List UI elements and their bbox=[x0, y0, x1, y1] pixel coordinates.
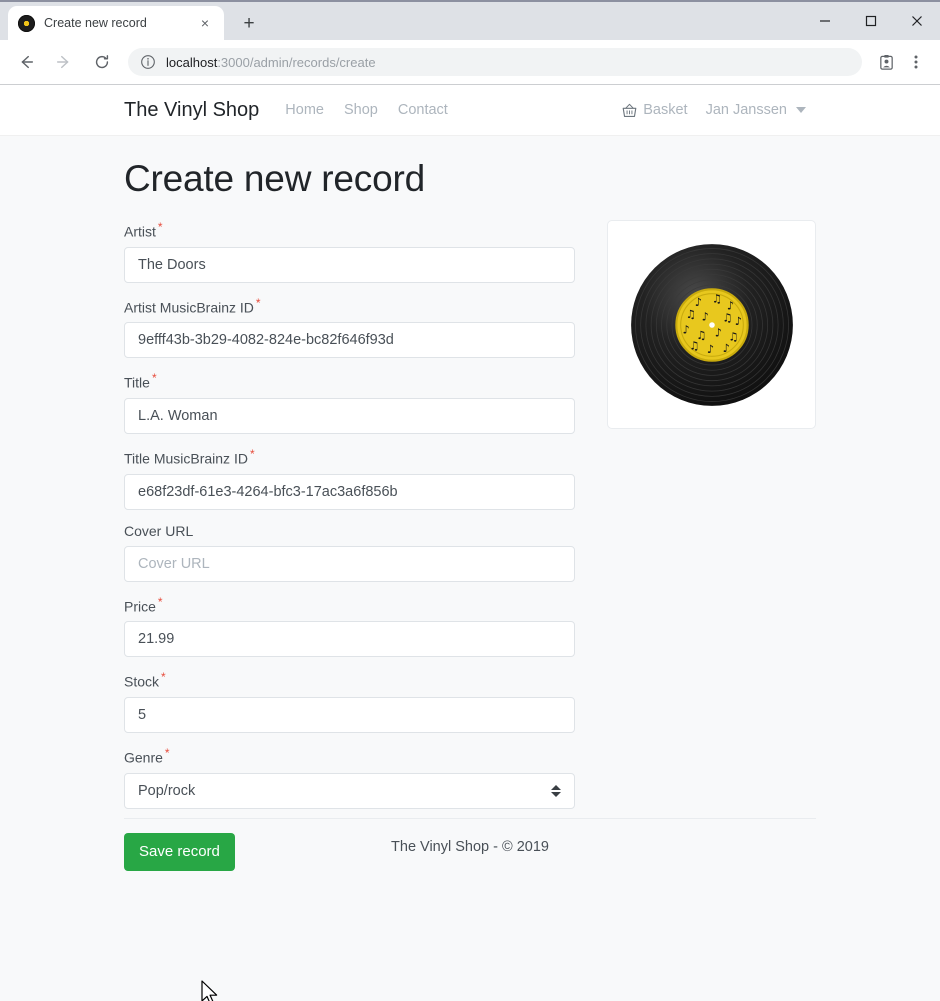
svg-text:♪: ♪ bbox=[726, 299, 733, 312]
maximize-icon[interactable] bbox=[848, 2, 894, 40]
label-artist-musicbrainz-id: Artist MusicBrainz ID * bbox=[124, 296, 575, 316]
close-window-icon[interactable] bbox=[894, 2, 940, 40]
cover-url-input[interactable]: Cover URL bbox=[124, 545, 575, 582]
svg-text:♪: ♪ bbox=[714, 326, 721, 339]
basket-label: Basket bbox=[643, 102, 688, 118]
label-title: Title * bbox=[124, 371, 575, 391]
svg-text:♫: ♫ bbox=[728, 330, 738, 343]
page-title: Create new record bbox=[124, 158, 425, 199]
reload-icon[interactable] bbox=[86, 46, 118, 78]
vinyl-record-favicon-icon bbox=[18, 14, 35, 32]
required-marker: * bbox=[151, 371, 157, 386]
label-price-text: Price bbox=[124, 598, 156, 615]
svg-text:♪: ♪ bbox=[722, 341, 729, 354]
site-footer: The Vinyl Shop - © 2019 bbox=[124, 817, 816, 855]
new-tab-button[interactable]: + bbox=[234, 8, 264, 38]
address-host: localhost bbox=[166, 54, 218, 70]
nav-link-home[interactable]: Home bbox=[285, 102, 324, 118]
address-path: :3000/admin/records/create bbox=[217, 54, 376, 70]
address-bar[interactable]: localhost:3000/admin/records/create bbox=[128, 48, 862, 76]
browser-toolbar: localhost:3000/admin/records/create bbox=[0, 40, 940, 85]
profile-badge-icon[interactable] bbox=[872, 48, 900, 76]
label-artist: Artist * bbox=[124, 220, 575, 240]
basket-link[interactable]: Basket bbox=[622, 102, 688, 118]
site-navbar: The Vinyl Shop Home Shop Contact Basket … bbox=[0, 85, 940, 136]
create-record-form: Artist * The Doors Artist MusicBrainz ID *… bbox=[124, 220, 575, 871]
mouse-cursor bbox=[201, 980, 218, 1001]
window-controls bbox=[802, 2, 940, 40]
field-stock: Stock * 5 bbox=[124, 670, 575, 733]
required-marker: * bbox=[157, 594, 163, 609]
address-bar-url: localhost:3000/admin/records/create bbox=[166, 55, 376, 70]
required-marker: * bbox=[255, 295, 261, 310]
field-price: Price * 21.99 bbox=[124, 595, 575, 658]
select-updown-icon bbox=[551, 784, 561, 797]
label-title-text: Title bbox=[124, 374, 150, 391]
user-name: Jan Janssen bbox=[705, 102, 787, 118]
label-stock: Stock * bbox=[124, 670, 575, 690]
nav-link-contact[interactable]: Contact bbox=[398, 102, 448, 118]
forward-arrow-icon bbox=[48, 46, 80, 78]
info-icon[interactable] bbox=[140, 54, 156, 70]
svg-text:♫: ♫ bbox=[712, 292, 722, 305]
svg-text:♪: ♪ bbox=[701, 310, 708, 323]
record-preview-card: ♪ ♫ ♪ ♫ ♪ ♫ ♪ ♪ ♫ ♪ ♫ ♫ ♪ ♪ bbox=[607, 220, 816, 429]
page-content: Create new record Artist * The Doors Arti… bbox=[0, 136, 940, 871]
back-arrow-icon[interactable] bbox=[10, 46, 42, 78]
minimize-icon[interactable] bbox=[802, 2, 848, 40]
artist-input[interactable]: The Doors bbox=[124, 246, 575, 283]
title-musicbrainz-id-input[interactable]: e68f23df-61e3-4264-bfc3-17ac3a6f856b bbox=[124, 473, 575, 510]
label-title-musicbrainz-id: Title MusicBrainz ID * bbox=[124, 447, 575, 467]
label-genre-text: Genre bbox=[124, 749, 163, 766]
browser-tab[interactable]: Create new record × bbox=[8, 6, 224, 40]
close-tab-icon[interactable]: × bbox=[196, 14, 214, 32]
field-artist: Artist * The Doors bbox=[124, 220, 575, 283]
chevron-down-icon bbox=[796, 107, 806, 113]
page-viewport: The Vinyl Shop Home Shop Contact Basket … bbox=[0, 85, 940, 1001]
genre-select[interactable]: Pop/rock bbox=[124, 772, 575, 809]
svg-text:♪: ♪ bbox=[682, 323, 689, 336]
artist-musicbrainz-id-input[interactable]: 9efff43b-3b29-4082-824e-bc82f646f93d bbox=[124, 322, 575, 359]
site-brand[interactable]: The Vinyl Shop bbox=[124, 99, 259, 122]
nav-link-shop[interactable]: Shop bbox=[344, 102, 378, 118]
svg-text:♪: ♪ bbox=[694, 295, 701, 308]
field-genre: Genre * Pop/rock bbox=[124, 746, 575, 809]
genre-selected-value: Pop/rock bbox=[138, 782, 196, 799]
site-nav-links: Home Shop Contact bbox=[285, 102, 448, 118]
label-artist-musicbrainz-id-text: Artist MusicBrainz ID bbox=[124, 299, 254, 316]
three-dot-menu-icon[interactable] bbox=[902, 48, 930, 76]
navbar-right: Basket Jan Janssen bbox=[622, 102, 940, 118]
label-price: Price * bbox=[124, 595, 575, 615]
svg-text:♪: ♪ bbox=[706, 342, 713, 355]
vinyl-record-image: ♪ ♫ ♪ ♫ ♪ ♫ ♪ ♪ ♫ ♪ ♫ ♫ ♪ ♪ bbox=[625, 238, 799, 412]
tab-title: Create new record bbox=[44, 16, 147, 30]
label-artist-text: Artist bbox=[124, 223, 156, 240]
user-menu[interactable]: Jan Janssen bbox=[706, 102, 806, 118]
field-cover-url: Cover URL Cover URL bbox=[124, 523, 575, 582]
price-input[interactable]: 21.99 bbox=[124, 621, 575, 658]
field-title: Title * L.A. Woman bbox=[124, 371, 575, 434]
record-preview: ♪ ♫ ♪ ♫ ♪ ♫ ♪ ♪ ♫ ♪ ♫ ♫ ♪ ♪ bbox=[607, 220, 816, 429]
field-artist-musicbrainz-id: Artist MusicBrainz ID * 9efff43b-3b29-408… bbox=[124, 296, 575, 359]
label-stock-text: Stock bbox=[124, 673, 160, 690]
basket-icon bbox=[622, 103, 637, 118]
required-marker: * bbox=[249, 446, 255, 461]
browser-tab-strip: Create new record × + bbox=[0, 0, 940, 40]
required-marker: * bbox=[157, 220, 163, 234]
label-title-musicbrainz-id-text: Title MusicBrainz ID bbox=[124, 450, 248, 467]
form-and-preview: Artist * The Doors Artist MusicBrainz ID *… bbox=[124, 220, 816, 871]
required-marker: * bbox=[161, 670, 166, 685]
svg-text:♪: ♪ bbox=[734, 315, 741, 328]
svg-text:♫: ♫ bbox=[685, 308, 695, 321]
label-genre: Genre * bbox=[124, 746, 575, 766]
label-cover-url: Cover URL bbox=[124, 523, 575, 539]
stock-input[interactable]: 5 bbox=[124, 696, 575, 733]
browser-window: Create new record × + localhost:3000/adm… bbox=[0, 0, 940, 1001]
field-title-musicbrainz-id: Title MusicBrainz ID * e68f23df-61e3-4264… bbox=[124, 447, 575, 510]
required-marker: * bbox=[164, 745, 170, 760]
label-cover-url-text: Cover URL bbox=[124, 522, 194, 539]
svg-text:♫: ♫ bbox=[722, 311, 732, 324]
svg-text:♫: ♫ bbox=[689, 339, 699, 352]
title-input[interactable]: L.A. Woman bbox=[124, 397, 575, 434]
